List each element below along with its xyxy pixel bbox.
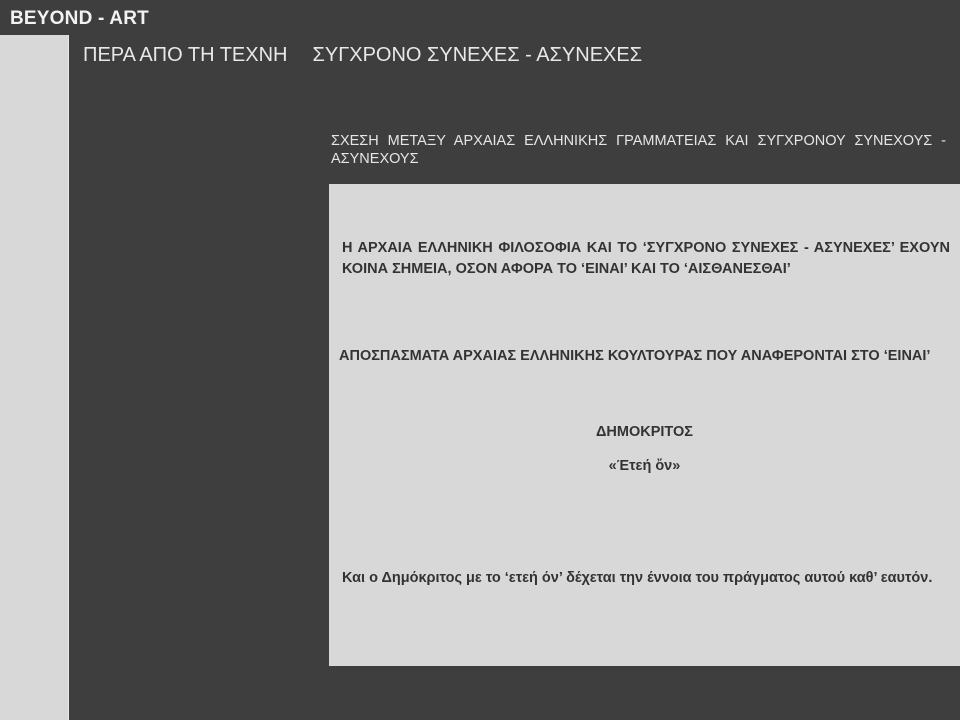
- content-box: Η ΑΡΧΑΙΑ ΕΛΛΗΝΙΚΗ ΦΙΛΟΣΟΦΙΑ ΚΑΙ ΤΟ ‘ΣΥΓΧ…: [329, 184, 960, 666]
- intro-paragraph: Η ΑΡΧΑΙΑ ΕΛΛΗΝΙΚΗ ΦΙΛΟΣΟΦΙΑ ΚΑΙ ΤΟ ‘ΣΥΓΧ…: [342, 240, 950, 277]
- sidebar: [0, 35, 69, 720]
- nav-item-contemporary-continuous[interactable]: ΣΥΓΧΡΟΝΟ ΣΥΝΕΧΕΣ - ΑΣΥΝΕΧΕΣ: [313, 44, 643, 66]
- main-nav: ΠΕΡΑ ΑΠΟ ΤΗ ΤΕΧΝΗ ΣΥΓΧΡΟΝΟ ΣΥΝΕΧΕΣ - ΑΣΥ…: [83, 44, 642, 66]
- excerpts-heading: ΑΠΟΣΠΑΣΜΑΤΑ ΑΡΧΑΙΑΣ ΕΛΛΗΝΙΚΗΣ ΚΟΥΛΤΟΥΡΑΣ…: [339, 348, 931, 364]
- nav-item-beyond-art[interactable]: ΠΕΡΑ ΑΠΟ ΤΗ ΤΕΧΝΗ: [83, 44, 288, 66]
- philosopher-name: ΔΗΜΟΚΡΙΤΟΣ: [596, 424, 693, 440]
- explanation-paragraph: Και ο Δημόκριτος με το ‘ετεή όν’ δέχεται…: [342, 570, 933, 586]
- page: BEYOND - ART ΠΕΡΑ ΑΠΟ ΤΗ ΤΕΧΝΗ ΣΥΓΧΡΟΝΟ …: [0, 0, 960, 720]
- section-heading: ΣΧΕΣΗ ΜΕΤΑΞΥ ΑΡΧΑΙΑΣ ΕΛΛΗΝΙΚΗΣ ΓΡΑΜΜΑΤΕΙ…: [331, 133, 946, 167]
- quote: «Έτεή ὄν»: [608, 458, 681, 474]
- site-title[interactable]: BEYOND - ART: [10, 8, 149, 30]
